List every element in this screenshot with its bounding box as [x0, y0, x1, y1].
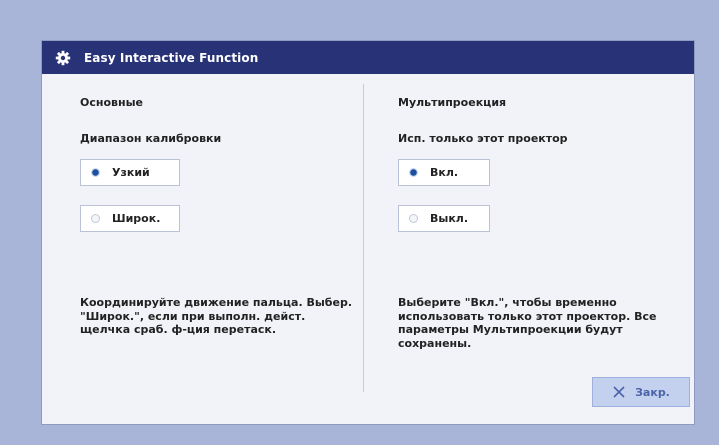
close-button[interactable]: Закр.: [592, 377, 690, 407]
radio-narrow-label: Узкий: [112, 166, 150, 179]
calibration-description: Координируйте движение пальца. Выбер. "Ш…: [80, 296, 352, 336]
section-title-multiprojection: Мультипроекция: [398, 96, 507, 109]
radio-off[interactable]: Выкл.: [398, 205, 490, 232]
close-button-label: Закр.: [635, 385, 670, 399]
radio-unselected-icon: [91, 214, 100, 223]
radio-wide-label: Широк.: [112, 212, 161, 225]
radio-wide[interactable]: Широк.: [80, 205, 180, 232]
dialog-content: Основные Диапазон калибровки Узкий Широк…: [42, 74, 694, 424]
window-title: Easy Interactive Function: [84, 50, 259, 65]
close-icon: [612, 385, 626, 399]
title-bar: Easy Interactive Function: [42, 41, 694, 74]
radio-on-label: Вкл.: [430, 166, 459, 179]
gear-icon: [55, 50, 71, 66]
section-title-basic: Основные: [80, 96, 143, 109]
calibration-range-label: Диапазон калибровки: [80, 132, 222, 145]
this-projector-only-label: Исп. только этот проектор: [398, 132, 568, 145]
multiprojection-description: Выберите "Вкл.", чтобы временно использо…: [398, 296, 657, 350]
multi-projection-panel: Мультипроекция Исп. только этот проектор…: [365, 74, 694, 424]
radio-on[interactable]: Вкл.: [398, 159, 490, 186]
dialog-window: Easy Interactive Function Основные Диапа…: [42, 41, 694, 424]
basic-settings-panel: Основные Диапазон калибровки Узкий Широк…: [42, 74, 362, 424]
radio-unselected-icon: [409, 214, 418, 223]
column-divider: [363, 84, 364, 392]
radio-selected-icon: [409, 168, 418, 177]
radio-selected-icon: [91, 168, 100, 177]
radio-off-label: Выкл.: [430, 212, 469, 225]
radio-narrow[interactable]: Узкий: [80, 159, 180, 186]
